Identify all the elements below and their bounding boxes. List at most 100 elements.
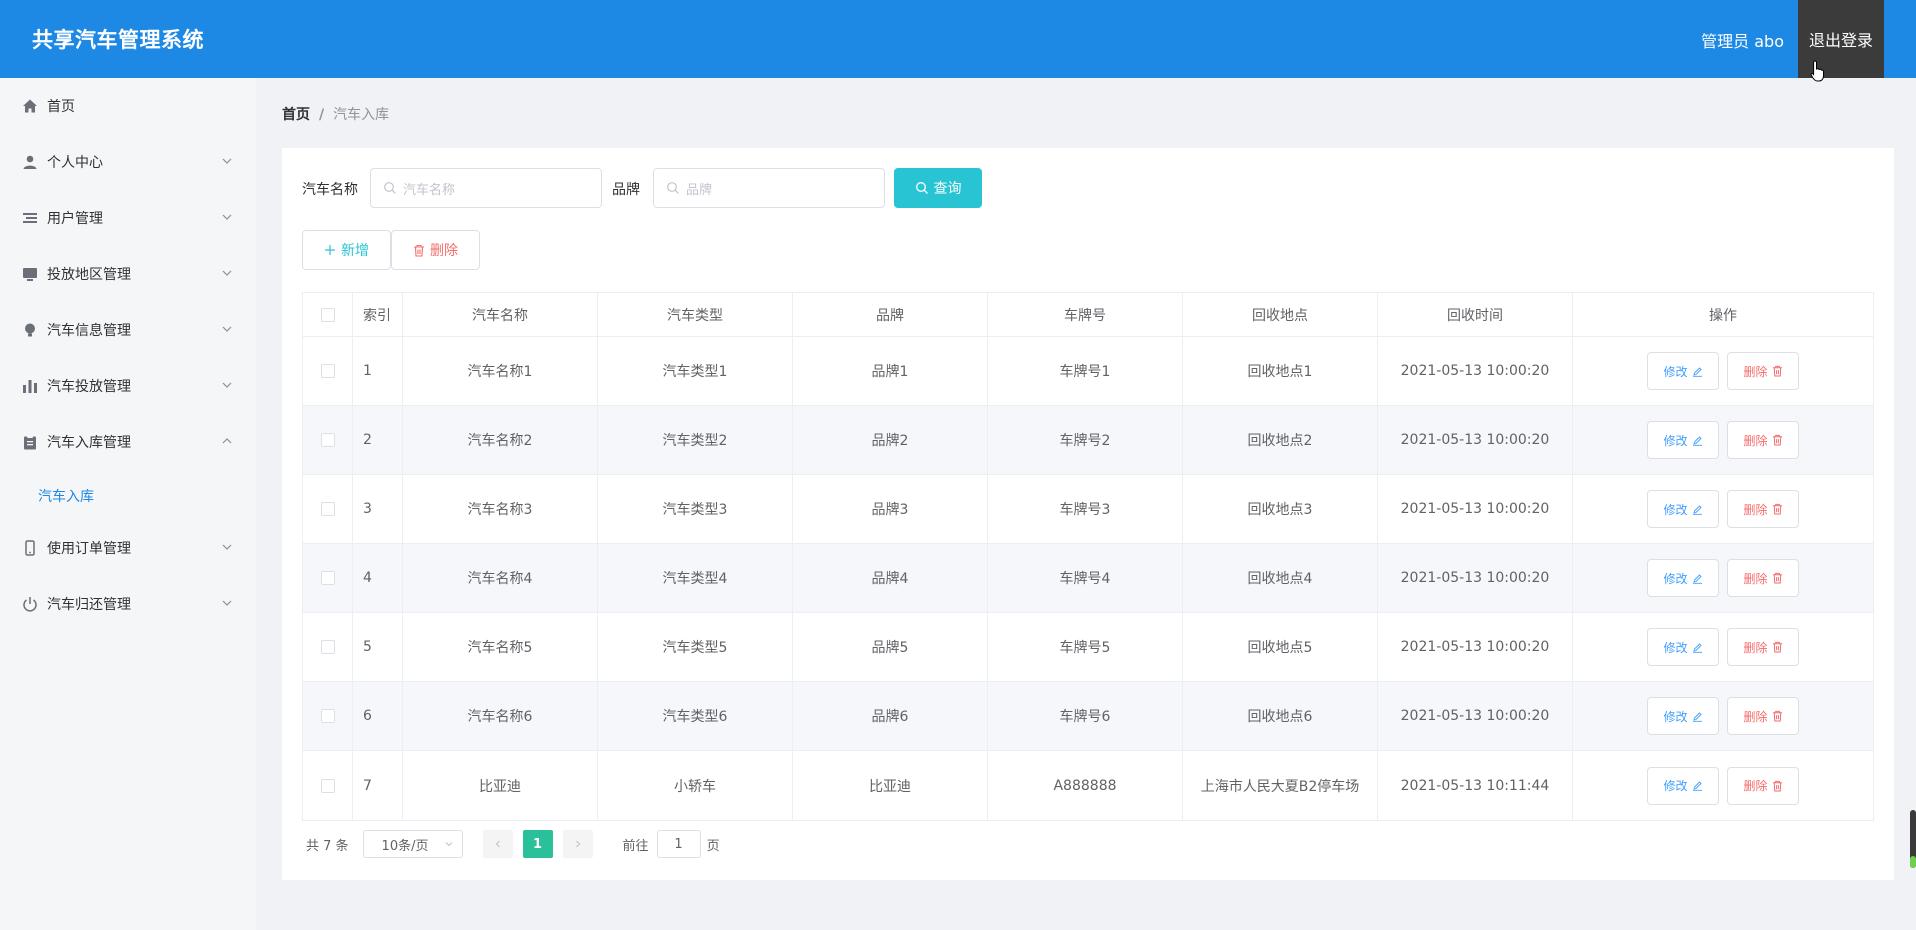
table-cell: 回收地点6 — [1183, 682, 1378, 750]
table-cell: 汽车类型5 — [598, 613, 793, 681]
chevron-down-icon — [222, 544, 232, 550]
chevron-up-icon — [222, 438, 232, 444]
search-icon — [384, 182, 396, 194]
row-actions-cell: 修改 删除 — [1573, 544, 1873, 612]
table-cell: 2021-05-13 10:00:20 — [1378, 682, 1573, 750]
row-checkbox[interactable] — [320, 433, 335, 447]
main-card: 汽车名称 汽车名称 品牌 品牌 查询 新增 删除 索引 汽车名称 汽车类型 品牌… — [282, 148, 1894, 880]
row-checkbox[interactable] — [320, 709, 335, 723]
sidebar-item-label: 汽车投放管理 — [47, 379, 131, 395]
sidebar-item-user-management[interactable]: 用户管理 — [0, 196, 256, 240]
table-cell: 回收地点2 — [1183, 406, 1378, 474]
table-cell: 品牌2 — [793, 406, 988, 474]
table-cell: 汽车类型2 — [598, 406, 793, 474]
edit-button[interactable]: 修改 — [1647, 421, 1719, 459]
table-cell: 2021-05-13 10:00:20 — [1378, 406, 1573, 474]
edit-button[interactable]: 修改 — [1647, 490, 1719, 528]
query-button[interactable]: 查询 — [894, 168, 982, 208]
car-name-input[interactable]: 汽车名称 — [370, 168, 602, 208]
delete-row-label: 删除 — [1743, 640, 1768, 655]
goto-page-input[interactable]: 1 — [656, 830, 701, 858]
table-cell: 2021-05-13 10:00:20 — [1378, 475, 1573, 543]
sidebar-item-car-return[interactable]: 汽车归还管理 — [0, 582, 256, 626]
next-page-button[interactable] — [562, 830, 593, 858]
chevron-down-icon — [222, 326, 232, 332]
delete-row-button[interactable]: 删除 — [1727, 421, 1799, 459]
page-number-button[interactable]: 1 — [522, 830, 553, 858]
row-checkbox-cell — [303, 751, 353, 820]
sidebar-item-order-management[interactable]: 使用订单管理 — [0, 526, 256, 570]
table-cell: 汽车名称4 — [403, 544, 598, 612]
edit-button-label: 修改 — [1663, 640, 1688, 655]
edit-button[interactable]: 修改 — [1647, 628, 1719, 666]
table-cell: 7 — [353, 751, 403, 820]
breadcrumb-home[interactable]: 首页 — [282, 107, 310, 123]
row-checkbox[interactable] — [320, 640, 335, 654]
edit-button[interactable]: 修改 — [1647, 766, 1719, 805]
header-checkbox-cell — [303, 293, 353, 336]
car-name-placeholder: 汽车名称 — [403, 182, 456, 198]
phone-icon — [22, 540, 38, 556]
mouse-cursor-icon — [1810, 60, 1824, 82]
edit-button-label: 修改 — [1663, 364, 1688, 379]
edit-button[interactable]: 修改 — [1647, 559, 1719, 597]
page-size-select[interactable]: 10条/页 — [362, 830, 463, 858]
prev-page-button[interactable] — [482, 830, 513, 858]
list-icon — [22, 210, 38, 226]
table-cell: 车牌号4 — [988, 544, 1183, 612]
header-cell: 操作 — [1709, 307, 1737, 324]
row-actions-cell: 修改 删除 — [1573, 406, 1873, 474]
brand-placeholder: 品牌 — [686, 182, 713, 198]
query-button-label: 查询 — [933, 181, 962, 197]
sidebar-item-region-management[interactable]: 投放地区管理 — [0, 252, 256, 296]
row-checkbox-cell — [303, 337, 353, 405]
sidebar-item-car-storage[interactable]: 汽车入库管理 — [0, 420, 256, 464]
trash-icon — [1772, 641, 1782, 653]
row-checkbox[interactable] — [320, 778, 335, 793]
sidebar-item-personal-center[interactable]: 个人中心 — [0, 140, 256, 184]
table-row: 7 比亚迪 小轿车 比亚迪 A888888 上海市人民大夏B2停车场 2021-05-13 … — [303, 751, 1873, 820]
sidebar-item-home[interactable]: 首页 — [0, 84, 256, 128]
sidebar-item-label: 投放地区管理 — [47, 267, 131, 283]
header-cell: 回收时间 — [1378, 293, 1573, 336]
delete-row-button[interactable]: 删除 — [1727, 697, 1799, 735]
select-all-checkbox[interactable] — [320, 307, 335, 322]
table-cell: 汽车类型1 — [598, 337, 793, 405]
sidebar-item-label: 使用订单管理 — [47, 541, 131, 557]
sidebar-item-car-info[interactable]: 汽车信息管理 — [0, 308, 256, 352]
sidebar-item-label: 汽车入库管理 — [47, 435, 131, 451]
delete-row-button[interactable]: 删除 — [1727, 352, 1799, 390]
row-checkbox[interactable] — [320, 502, 335, 516]
table-cell: 汽车类型3 — [598, 475, 793, 543]
car-storage-table: 索引 汽车名称 汽车类型 品牌 车牌号 回收地点 回收时间 操作 1 汽车名称1 汽… — [302, 292, 1874, 821]
delete-row-button[interactable]: 删除 — [1727, 490, 1799, 528]
total-count: 共 7 条 — [306, 838, 349, 854]
scrollbar-indicator — [1910, 856, 1916, 868]
delete-row-label: 删除 — [1743, 364, 1768, 379]
table-cell: 2021-05-13 10:00:20 — [1378, 544, 1573, 612]
sidebar-item-label: 用户管理 — [47, 211, 103, 227]
delete-row-button[interactable]: 删除 — [1727, 628, 1799, 666]
row-checkbox[interactable] — [320, 571, 335, 585]
table-cell: 比亚迪 — [403, 751, 598, 820]
edit-button-label: 修改 — [1663, 571, 1688, 586]
table-cell: 车牌号3 — [988, 475, 1183, 543]
sidebar: 首页 个人中心 用户管理 投放地区管理 汽车信息管理 汽车投放管理 汽车入库管理… — [0, 78, 256, 930]
delete-row-button[interactable]: 删除 — [1727, 559, 1799, 597]
search-icon — [667, 182, 679, 194]
delete-row-label: 删除 — [1743, 779, 1768, 793]
batch-delete-button[interactable]: 删除 — [391, 230, 480, 270]
table-cell: 车牌号6 — [988, 682, 1183, 750]
edit-button[interactable]: 修改 — [1647, 352, 1719, 390]
row-checkbox[interactable] — [320, 364, 335, 378]
table-cell: 汽车名称3 — [403, 475, 598, 543]
brand-input[interactable]: 品牌 — [653, 168, 885, 208]
add-button[interactable]: 新增 — [302, 230, 391, 270]
delete-row-button[interactable]: 删除 — [1727, 766, 1799, 805]
table-row: 4 汽车名称4 汽车类型4 品牌4 车牌号4 回收地点4 2021-05-13 10:00:… — [303, 544, 1873, 613]
row-actions-cell: 修改 删除 — [1573, 682, 1873, 750]
chevron-down-icon — [222, 214, 232, 220]
sidebar-item-car-deployment[interactable]: 汽车投放管理 — [0, 364, 256, 408]
edit-button[interactable]: 修改 — [1647, 697, 1719, 735]
sidebar-subitem-car-storage[interactable]: 汽车入库 — [38, 486, 94, 506]
